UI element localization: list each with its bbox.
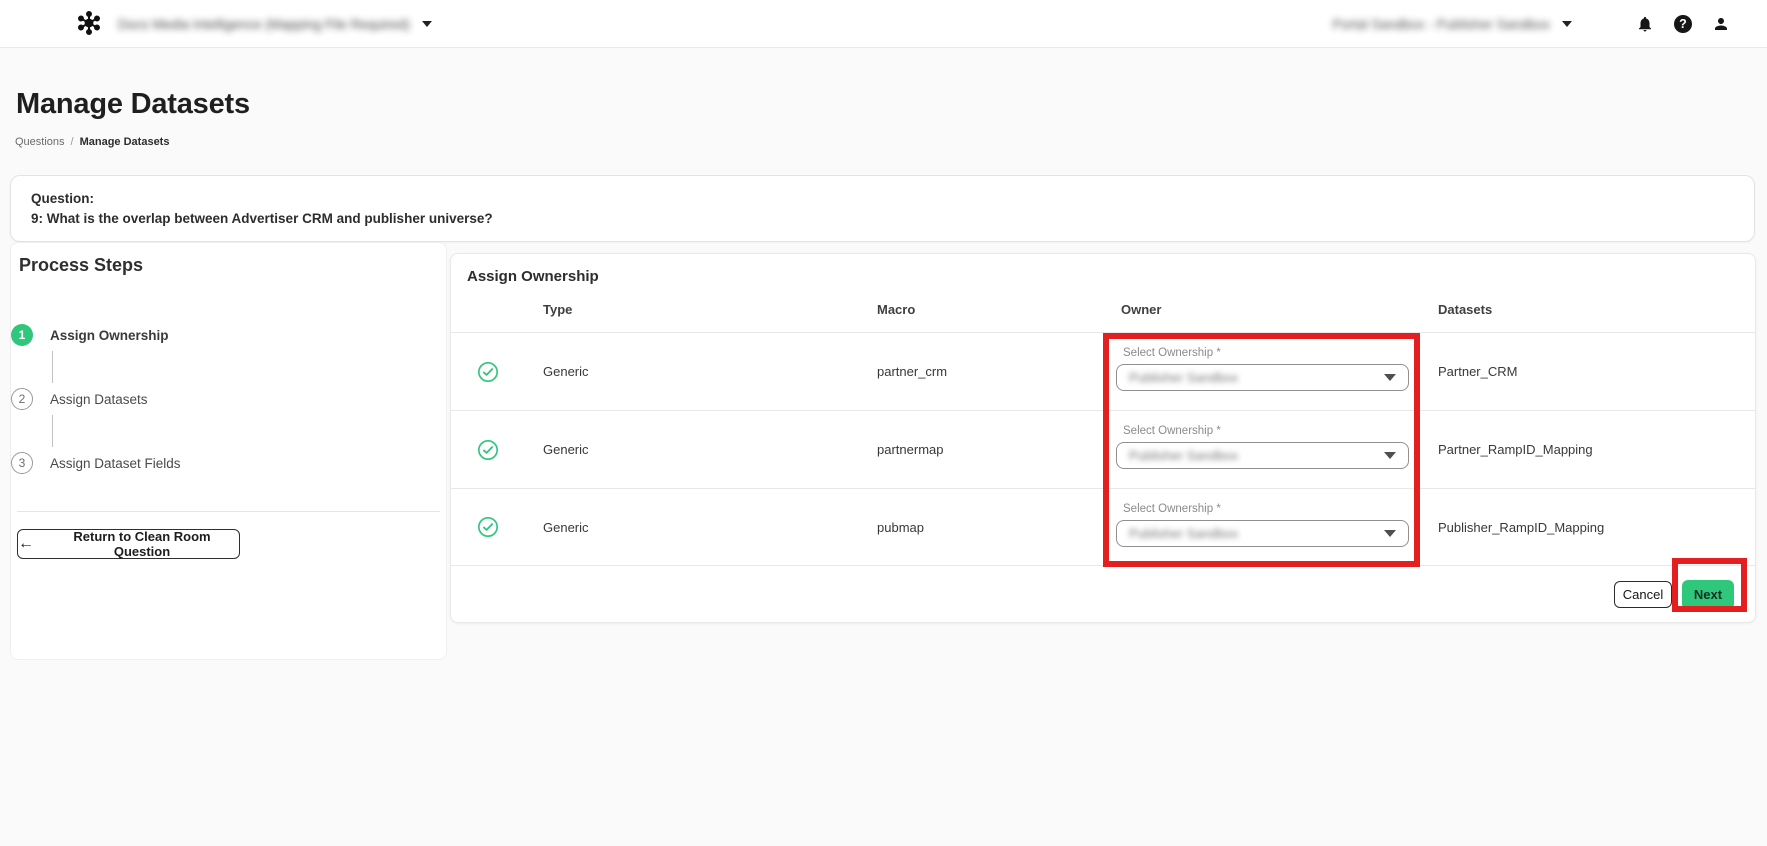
environment-label: Portal Sandbox - Publisher Sandbox — [1332, 16, 1550, 32]
step-3-indicator: 3 — [11, 452, 33, 474]
row-dataset: Partner_RampID_Mapping — [1438, 442, 1593, 457]
column-header-type: Type — [543, 301, 573, 317]
return-to-clean-room-question-button[interactable]: ← Return to Clean Room Question — [17, 529, 240, 559]
cancel-button[interactable]: Cancel — [1614, 581, 1672, 608]
breadcrumb: Questions / Manage Datasets — [15, 136, 169, 148]
column-header-datasets: Datasets — [1438, 301, 1493, 317]
table-row: Generic partner_crm Select Ownership * P… — [451, 333, 1755, 411]
breadcrumb-current: Manage Datasets — [79, 136, 170, 148]
column-header-owner: Owner — [1121, 301, 1162, 317]
ownership-select[interactable]: Publisher Sandbox — [1116, 442, 1409, 469]
row-macro: pubmap — [877, 519, 924, 535]
chevron-down-icon — [1384, 452, 1396, 459]
manage-datasets-page: Docs Media Intelligence (Mapping File Re… — [0, 0, 1767, 846]
row-type: Generic — [543, 519, 589, 535]
page-title: Manage Datasets — [16, 88, 250, 120]
step-1-indicator: 1 — [11, 324, 33, 346]
clean-room-selector[interactable]: Docs Media Intelligence (Mapping File Re… — [118, 0, 432, 48]
bell-icon — [1639, 16, 1651, 32]
select-ownership-label: Select Ownership * — [1123, 503, 1221, 515]
arrow-left-icon: ← — [18, 534, 34, 552]
assign-ownership-panel: Assign Ownership Type Macro Owner Datase… — [450, 253, 1756, 623]
row-owner-cell: Select Ownership * Publisher Sandbox — [1111, 489, 1438, 565]
panel-title: Assign Ownership — [467, 268, 599, 285]
step-assign-datasets: 2 Assign Datasets — [11, 388, 148, 410]
check-circle-icon — [478, 517, 498, 537]
panel-footer: Cancel Next — [451, 566, 1755, 622]
ownership-selected-value: Publisher Sandbox — [1129, 448, 1239, 463]
process-steps-panel: Process Steps 1 Assign Ownership 2 Assig… — [10, 242, 447, 660]
check-circle-icon — [478, 439, 498, 460]
help-icon: ? — [1674, 15, 1692, 33]
question-card: Question: 9: What is the overlap between… — [10, 175, 1755, 242]
step-2-indicator: 2 — [11, 388, 33, 410]
app-logo-icon[interactable] — [76, 10, 102, 36]
breadcrumb-separator: / — [70, 136, 74, 148]
check-circle-icon — [478, 361, 498, 382]
row-dataset: Publisher_RampID_Mapping — [1438, 519, 1605, 535]
ownership-selected-value: Publisher Sandbox — [1129, 370, 1239, 385]
question-label: Question: — [31, 191, 94, 206]
row-owner-cell: Select Ownership * Publisher Sandbox — [1111, 333, 1438, 410]
step-assign-dataset-fields: 3 Assign Dataset Fields — [11, 452, 181, 474]
person-icon — [1715, 18, 1727, 30]
step-connector — [52, 351, 53, 383]
account-button[interactable] — [1711, 14, 1731, 34]
notifications-button[interactable] — [1635, 14, 1655, 34]
step-3-label: Assign Dataset Fields — [50, 455, 181, 471]
chevron-down-icon — [421, 21, 432, 27]
environment-selector[interactable]: Portal Sandbox - Publisher Sandbox — [1332, 0, 1572, 48]
question-text: 9: What is the overlap between Advertise… — [31, 211, 493, 226]
row-status-cell — [451, 489, 516, 565]
chevron-down-icon — [1384, 530, 1396, 537]
table-row: Generic pubmap Select Ownership * Publis… — [451, 489, 1755, 566]
breadcrumb-questions[interactable]: Questions — [15, 136, 65, 148]
row-type: Generic — [543, 442, 589, 457]
step-2-label: Assign Datasets — [50, 391, 148, 407]
ownership-select[interactable]: Publisher Sandbox — [1116, 520, 1409, 547]
row-status-cell — [451, 333, 516, 410]
navbar-icons: ? — [1635, 0, 1731, 48]
row-dataset: Partner_CRM — [1438, 364, 1518, 379]
select-ownership-label: Select Ownership * — [1123, 425, 1221, 437]
process-steps-title: Process Steps — [19, 255, 144, 275]
step-connector — [52, 415, 53, 447]
step-assign-ownership: 1 Assign Ownership — [11, 324, 169, 346]
row-macro: partner_crm — [877, 364, 948, 379]
select-ownership-label: Select Ownership * — [1123, 347, 1221, 359]
row-status-cell — [451, 411, 516, 488]
column-header-macro: Macro — [877, 301, 916, 317]
next-button[interactable]: Next — [1682, 579, 1734, 610]
help-button[interactable]: ? — [1673, 14, 1693, 34]
top-navbar: Docs Media Intelligence (Mapping File Re… — [0, 0, 1767, 48]
ownership-selected-value: Publisher Sandbox — [1129, 526, 1239, 541]
step-1-label: Assign Ownership — [50, 327, 169, 343]
return-button-label: Return to Clean Room Question — [73, 529, 211, 559]
row-owner-cell: Select Ownership * Publisher Sandbox — [1111, 411, 1438, 488]
divider — [17, 511, 440, 512]
clean-room-title: Docs Media Intelligence (Mapping File Re… — [118, 16, 410, 32]
chevron-down-icon — [1384, 374, 1396, 381]
ownership-select[interactable]: Publisher Sandbox — [1116, 364, 1409, 391]
row-macro: partnermap — [877, 442, 944, 457]
table-row: Generic partnermap Select Ownership * Pu… — [451, 411, 1755, 489]
row-type: Generic — [543, 364, 589, 379]
chevron-down-icon — [1562, 21, 1572, 27]
table-header-row: Type Macro Owner Datasets — [451, 286, 1755, 333]
